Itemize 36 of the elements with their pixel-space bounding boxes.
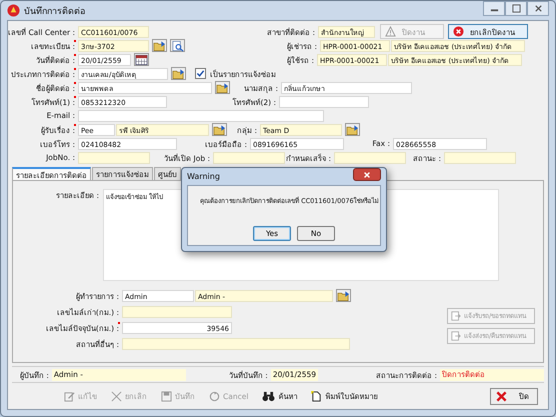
text-field[interactable] <box>78 152 150 164</box>
cross-icon <box>111 390 122 402</box>
binoculars-icon <box>262 390 276 402</box>
text-field[interactable] <box>444 152 516 164</box>
maximize-icon <box>512 4 520 13</box>
folder-icon[interactable] <box>152 39 167 52</box>
dialog-title: Warning <box>187 172 220 181</box>
text-field[interactable] <box>78 110 324 122</box>
edit-icon <box>64 390 75 402</box>
maximize-button[interactable] <box>505 1 527 16</box>
folder-icon[interactable] <box>215 81 230 94</box>
close-button[interactable] <box>353 168 381 181</box>
save-icon <box>161 390 172 402</box>
close-icon <box>534 4 542 13</box>
close-icon <box>496 390 507 402</box>
text-field[interactable] <box>122 306 232 318</box>
undo-icon <box>209 390 220 402</box>
text-field[interactable] <box>334 152 406 164</box>
document-search-icon[interactable] <box>170 39 185 52</box>
warning-icon <box>385 26 396 37</box>
checkbox[interactable] <box>195 68 206 79</box>
folder-icon[interactable] <box>336 289 351 302</box>
folder-icon[interactable] <box>171 67 186 80</box>
text-field[interactable] <box>122 338 350 350</box>
calendar-icon[interactable] <box>134 53 149 66</box>
text-field[interactable] <box>279 96 369 108</box>
document-icon <box>311 390 322 402</box>
close-icon <box>363 170 371 178</box>
folder-icon[interactable] <box>345 123 360 136</box>
close-icon <box>453 26 464 37</box>
text-field[interactable] <box>213 152 285 164</box>
folder-icon[interactable] <box>212 123 227 136</box>
minimize-button[interactable] <box>483 1 505 16</box>
close-button[interactable] <box>527 1 549 16</box>
app-icon <box>7 4 20 17</box>
window-title: บันทึกการติดต่อ <box>24 6 85 18</box>
